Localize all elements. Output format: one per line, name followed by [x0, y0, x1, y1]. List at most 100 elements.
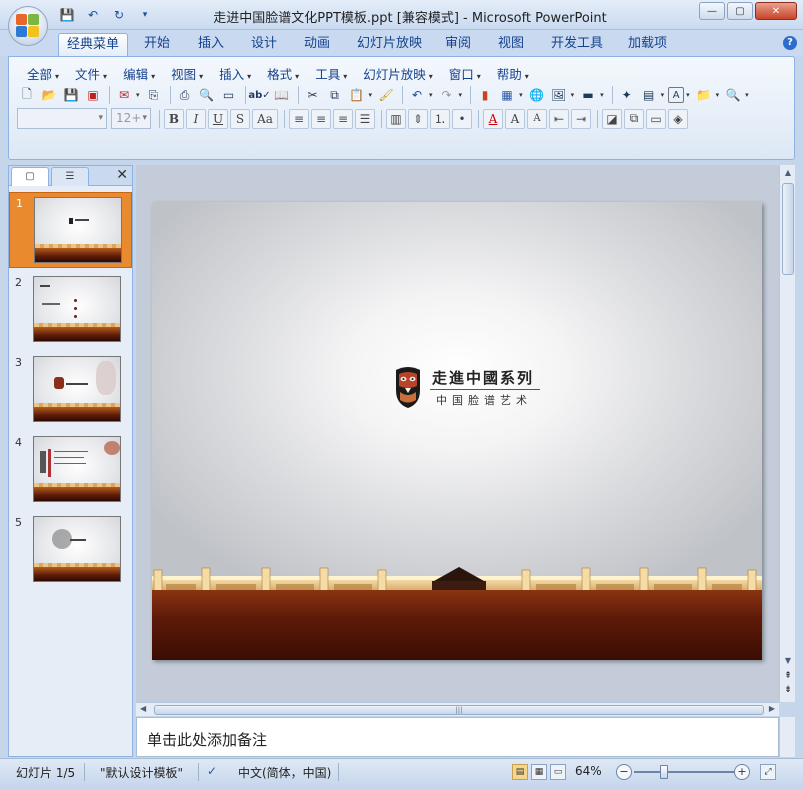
previous-slide-icon[interactable]: ⇞	[782, 671, 794, 681]
spelling-icon[interactable]: ab✓	[248, 85, 270, 105]
tab-outline-icon[interactable]: ☰	[51, 167, 89, 186]
align-right-icon[interactable]: ≡	[333, 108, 353, 129]
notes-scrollbar[interactable]	[779, 717, 795, 757]
hyperlink-icon[interactable]: 🌐	[527, 85, 547, 105]
zoom-slider-thumb[interactable]	[660, 765, 668, 779]
slide-thumbnail-5[interactable]: 5	[9, 512, 132, 588]
bullets-icon[interactable]: •	[452, 108, 472, 129]
font-size-combo[interactable]: 12+	[111, 108, 151, 129]
save-file-icon[interactable]: 💾	[61, 85, 81, 105]
layout-icon[interactable]: ▤	[639, 85, 659, 105]
tab-design[interactable]: 设计	[243, 33, 285, 56]
tab-animation[interactable]: 动画	[296, 33, 338, 56]
tab-developer[interactable]: 开发工具	[543, 33, 611, 56]
bold-button[interactable]: B	[164, 108, 184, 129]
shadow-button[interactable]: S	[230, 108, 250, 129]
font-name-combo[interactable]	[17, 108, 107, 129]
chart-icon[interactable]: ▮	[475, 85, 495, 105]
scroll-up-icon[interactable]: ▲	[782, 167, 794, 179]
slideshow-view-icon[interactable]: ▭	[550, 764, 566, 780]
italic-button[interactable]: I	[186, 108, 206, 129]
print-icon[interactable]: ⎙	[175, 85, 195, 105]
tab-slides-icon[interactable]: ▢	[11, 167, 49, 186]
numbering-icon[interactable]: ⒈	[430, 108, 450, 129]
slide-thumbnail-2[interactable]: 2	[9, 272, 132, 348]
slide-editor[interactable]: 走進中國系列 中国脸谱艺术	[136, 165, 779, 702]
justify-icon[interactable]: ☰	[355, 108, 375, 129]
notes-pane[interactable]: 单击此处添加备注	[136, 717, 779, 757]
office-button[interactable]	[8, 6, 48, 46]
new-slide-icon[interactable]: ✦	[617, 85, 637, 105]
zoom-slider-track[interactable]	[634, 771, 734, 773]
line-icon[interactable]: ▬	[578, 85, 598, 105]
scroll-thumb[interactable]	[782, 183, 794, 275]
next-slide-icon[interactable]: ⇟	[782, 685, 794, 695]
screen-icon[interactable]: ▭	[219, 85, 239, 105]
zoom-in-button[interactable]: +	[734, 764, 750, 780]
slide-thumbnail-4[interactable]: 4	[9, 432, 132, 508]
tab-classic-menu[interactable]: 经典菜单	[58, 33, 129, 56]
tab-review[interactable]: 审阅	[437, 33, 479, 56]
tab-home[interactable]: 开始	[136, 33, 178, 56]
shape-fill-icon[interactable]: ◈	[668, 108, 688, 129]
vertical-scrollbar[interactable]: ▲ ▼ ⇞ ⇟	[779, 165, 795, 702]
save-icon[interactable]: 💾	[56, 6, 78, 24]
tab-slideshow[interactable]: 幻灯片放映	[349, 33, 430, 56]
permission-icon[interactable]: ▣	[83, 85, 103, 105]
menu-all[interactable]: 全部 ▾	[19, 64, 67, 83]
menu-help[interactable]: 帮助 ▾	[489, 64, 537, 83]
email-icon[interactable]: ✉	[114, 85, 134, 105]
table-icon[interactable]: ▦	[497, 85, 517, 105]
print-preview-icon[interactable]: 🔍	[197, 85, 217, 105]
folder-icon[interactable]: 📁	[694, 85, 714, 105]
slide-sorter-icon[interactable]: ▦	[531, 764, 547, 780]
normal-view-icon[interactable]: ▤	[512, 764, 528, 780]
menu-insert[interactable]: 插入 ▾	[211, 64, 259, 83]
arrange-icon[interactable]: ⧉	[624, 108, 644, 129]
menu-file[interactable]: 文件 ▾	[67, 64, 115, 83]
current-slide[interactable]: 走進中國系列 中国脸谱艺术	[152, 202, 762, 660]
horizontal-scrollbar[interactable]: ◀ ||| ▶	[136, 702, 779, 716]
notes-placeholder[interactable]: 单击此处添加备注	[147, 729, 267, 750]
new-icon[interactable]: 🗋	[17, 85, 37, 105]
close-button[interactable]: ✕	[755, 2, 797, 20]
underline-button[interactable]: U	[208, 108, 228, 129]
menu-window[interactable]: 窗口 ▾	[441, 64, 489, 83]
quick-styles-icon[interactable]: ▭	[646, 108, 666, 129]
h-scroll-thumb[interactable]: |||	[154, 705, 764, 715]
increase-indent-icon[interactable]: ⇥	[571, 108, 591, 129]
language-indicator[interactable]: 中文(简体，中国)	[238, 764, 331, 781]
align-center-icon[interactable]: ≡	[311, 108, 331, 129]
change-case-button[interactable]: Aa	[252, 108, 278, 129]
undo-icon[interactable]: ↶	[82, 6, 104, 24]
decrease-indent-icon[interactable]: ⇤	[549, 108, 569, 129]
maximize-button[interactable]: ▢	[727, 2, 753, 20]
menu-edit[interactable]: 编辑 ▾	[115, 64, 163, 83]
find-icon[interactable]: 🔍	[723, 85, 743, 105]
scroll-left-icon[interactable]: ◀	[140, 704, 146, 713]
text-direction-icon[interactable]: ⇕	[408, 108, 428, 129]
textbox-icon[interactable]: A	[668, 87, 685, 103]
tab-insert[interactable]: 插入	[190, 33, 232, 56]
font-color-icon[interactable]: A	[483, 108, 503, 129]
tab-view[interactable]: 视图	[490, 33, 532, 56]
open-icon[interactable]: 📂	[39, 85, 59, 105]
publish-icon[interactable]: ⎘	[144, 85, 164, 105]
spellcheck-icon[interactable]: ✓	[207, 764, 217, 778]
slide-thumbnail-3[interactable]: 3	[9, 352, 132, 428]
redo-icon[interactable]: ↻	[108, 6, 130, 24]
scroll-right-icon[interactable]: ▶	[769, 704, 775, 713]
menu-format[interactable]: 格式 ▾	[259, 64, 307, 83]
fit-to-window-icon[interactable]: ⤢	[760, 764, 776, 780]
shapes-icon[interactable]: ◪	[602, 108, 622, 129]
scroll-down-icon[interactable]: ▼	[782, 655, 794, 667]
minimize-button[interactable]: —	[699, 2, 725, 20]
undo-toolbar-icon[interactable]: ↶	[407, 85, 427, 105]
menu-tools[interactable]: 工具 ▾	[307, 64, 355, 83]
cut-icon[interactable]: ✂	[303, 85, 323, 105]
columns-icon[interactable]: ▥	[386, 108, 406, 129]
menu-view[interactable]: 视图 ▾	[163, 64, 211, 83]
menu-slideshow[interactable]: 幻灯片放映 ▾	[355, 64, 441, 83]
research-icon[interactable]: 📖	[272, 85, 292, 105]
grow-font-icon[interactable]: A	[505, 108, 525, 129]
